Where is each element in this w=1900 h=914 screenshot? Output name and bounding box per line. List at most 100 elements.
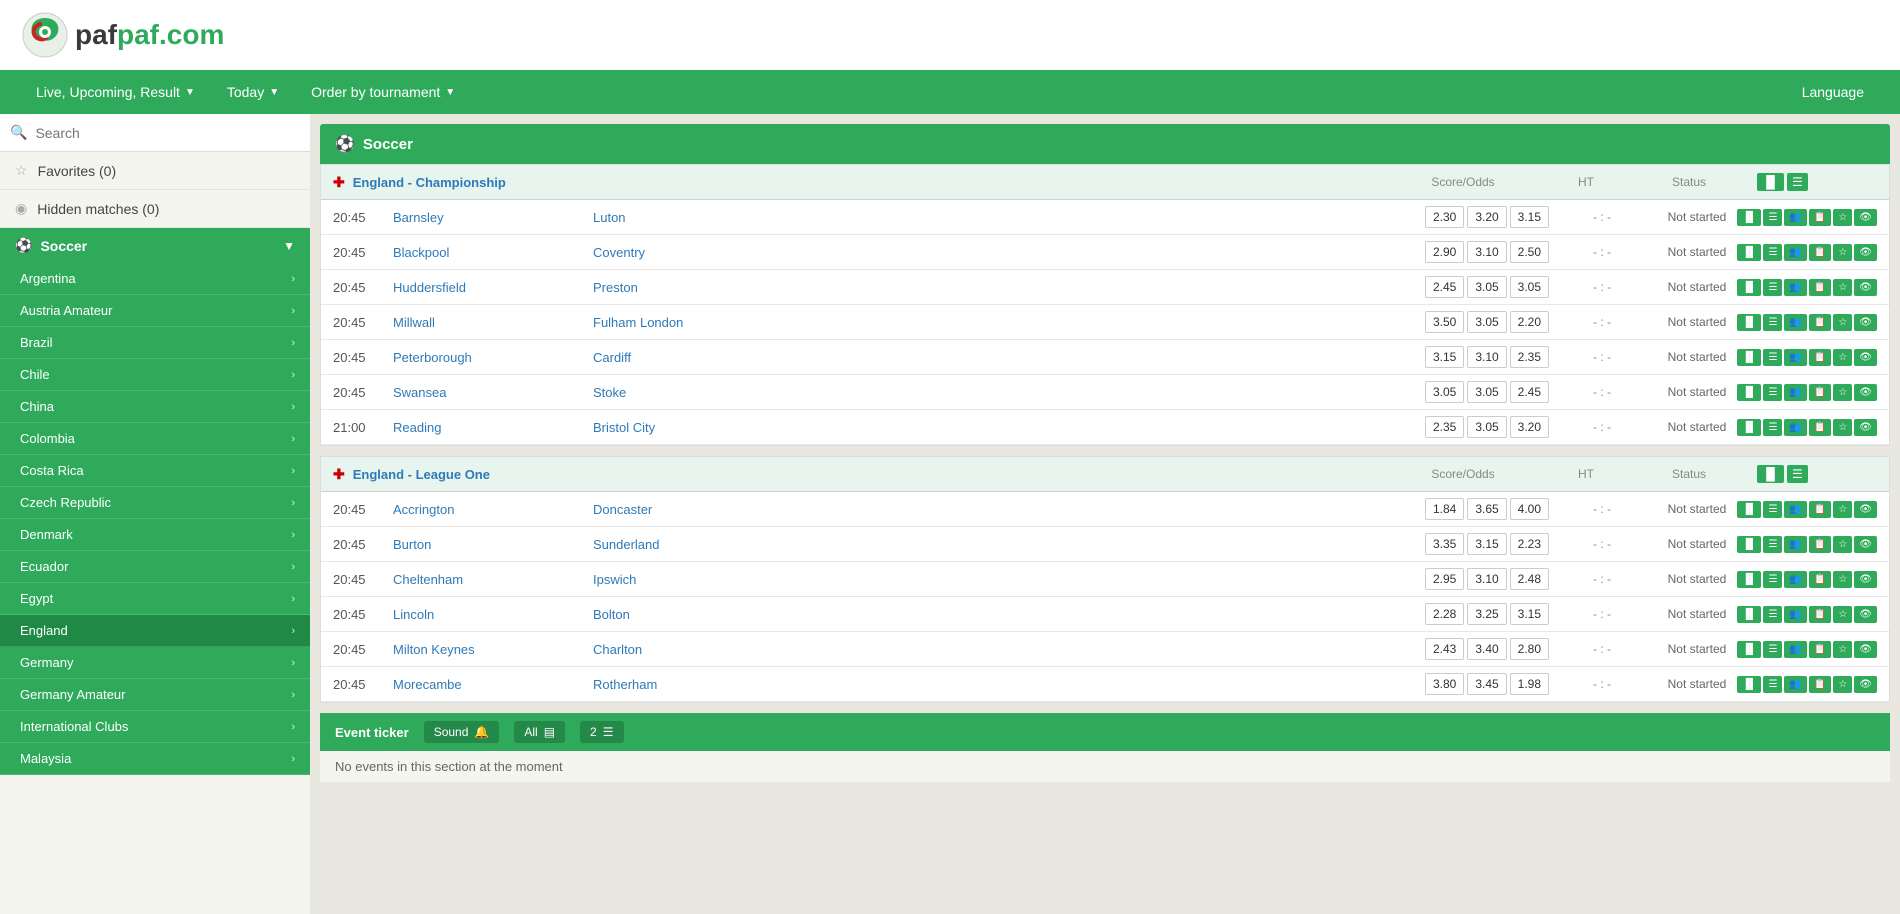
sidebar-country-chile[interactable]: Chile› [0, 359, 310, 391]
hide-btn[interactable]: 👁 [1854, 676, 1877, 693]
sidebar-country-england[interactable]: England› [0, 615, 310, 647]
odd-draw-btn[interactable]: 3.45 [1467, 673, 1506, 695]
odd-away-btn[interactable]: 2.23 [1510, 533, 1549, 555]
list-btn[interactable]: ☰ [1763, 676, 1782, 693]
nav-language[interactable]: Language [1786, 70, 1880, 114]
sidebar-country-egypt[interactable]: Egypt› [0, 583, 310, 615]
stats-btn[interactable]: ▐▌ [1737, 641, 1761, 658]
people-btn[interactable]: 👥 [1784, 571, 1806, 588]
match-home-team[interactable]: Blackpool [393, 245, 593, 260]
match-home-team[interactable]: Reading [393, 420, 593, 435]
people-btn[interactable]: 👥 [1784, 606, 1806, 623]
match-home-team[interactable]: Huddersfield [393, 280, 593, 295]
odd-home-btn[interactable]: 3.05 [1425, 381, 1464, 403]
match-home-team[interactable]: Morecambe [393, 677, 593, 692]
star-btn[interactable]: ☆ [1833, 571, 1852, 588]
odd-home-btn[interactable]: 3.15 [1425, 346, 1464, 368]
odd-away-btn[interactable]: 2.50 [1510, 241, 1549, 263]
match-away-team[interactable]: Charlton [593, 642, 1407, 657]
sidebar-country-international-clubs[interactable]: International Clubs› [0, 711, 310, 743]
list-btn[interactable]: ☰ [1763, 349, 1782, 366]
odd-draw-btn[interactable]: 3.10 [1467, 568, 1506, 590]
list-btn[interactable]: ☰ [1763, 279, 1782, 296]
odd-home-btn[interactable]: 3.35 [1425, 533, 1464, 555]
odd-draw-btn[interactable]: 3.25 [1467, 603, 1506, 625]
sidebar-country-malaysia[interactable]: Malaysia› [0, 743, 310, 775]
odd-home-btn[interactable]: 1.84 [1425, 498, 1464, 520]
star-btn[interactable]: ☆ [1833, 501, 1852, 518]
match-away-team[interactable]: Stoke [593, 385, 1407, 400]
odd-away-btn[interactable]: 1.98 [1510, 673, 1549, 695]
star-btn[interactable]: ☆ [1833, 314, 1852, 331]
odd-draw-btn[interactable]: 3.05 [1467, 416, 1506, 438]
sidebar-country-costa-rica[interactable]: Costa Rica› [0, 455, 310, 487]
star-btn[interactable]: ☆ [1833, 279, 1852, 296]
star-btn[interactable]: ☆ [1833, 676, 1852, 693]
info-btn[interactable]: 📋 [1809, 501, 1831, 518]
odd-away-btn[interactable]: 2.20 [1510, 311, 1549, 333]
match-away-team[interactable]: Rotherham [593, 677, 1407, 692]
people-btn[interactable]: 👥 [1784, 536, 1806, 553]
list-btn[interactable]: ☰ [1763, 384, 1782, 401]
ticker-all-btn[interactable]: All ▤ [514, 721, 565, 743]
match-away-team[interactable]: Fulham London [593, 315, 1407, 330]
sidebar-country-germany-amateur[interactable]: Germany Amateur› [0, 679, 310, 711]
info-btn[interactable]: 📋 [1809, 641, 1831, 658]
star-btn[interactable]: ☆ [1833, 606, 1852, 623]
odd-draw-btn[interactable]: 3.05 [1467, 276, 1506, 298]
search-box[interactable]: 🔍 [0, 114, 310, 152]
stats-btn[interactable]: ▐▌ [1737, 384, 1761, 401]
match-away-team[interactable]: Sunderland [593, 537, 1407, 552]
stats-btn[interactable]: ▐▌ [1737, 606, 1761, 623]
ticker-sound-btn[interactable]: Sound 🔔 [424, 721, 500, 743]
hide-btn[interactable]: 👁 [1854, 641, 1877, 658]
stats-btn[interactable]: ▐▌ [1737, 279, 1761, 296]
hide-btn[interactable]: 👁 [1854, 419, 1877, 436]
star-btn[interactable]: ☆ [1833, 384, 1852, 401]
match-away-team[interactable]: Bristol City [593, 420, 1407, 435]
odd-away-btn[interactable]: 2.45 [1510, 381, 1549, 403]
odd-away-btn[interactable]: 3.20 [1510, 416, 1549, 438]
tournament-name[interactable]: England - League One [353, 467, 1375, 482]
ticker-num-btn[interactable]: 2 ☰ [580, 721, 623, 743]
hide-btn[interactable]: 👁 [1854, 384, 1877, 401]
list-btn[interactable]: ☰ [1763, 606, 1782, 623]
stats-btn[interactable]: ▐▌ [1737, 314, 1761, 331]
sidebar-country-china[interactable]: China› [0, 391, 310, 423]
odd-home-btn[interactable]: 3.80 [1425, 673, 1464, 695]
people-btn[interactable]: 👥 [1784, 349, 1806, 366]
match-home-team[interactable]: Lincoln [393, 607, 593, 622]
star-btn[interactable]: ☆ [1833, 419, 1852, 436]
odd-draw-btn[interactable]: 3.15 [1467, 533, 1506, 555]
match-home-team[interactable]: Burton [393, 537, 593, 552]
list-view-icon[interactable]: ☰ [1787, 465, 1808, 483]
list-view-icon[interactable]: ☰ [1787, 173, 1808, 191]
odd-home-btn[interactable]: 2.45 [1425, 276, 1464, 298]
star-btn[interactable]: ☆ [1833, 536, 1852, 553]
people-btn[interactable]: 👥 [1784, 676, 1806, 693]
info-btn[interactable]: 📋 [1809, 349, 1831, 366]
odd-away-btn[interactable]: 3.05 [1510, 276, 1549, 298]
match-home-team[interactable]: Swansea [393, 385, 593, 400]
odd-draw-btn[interactable]: 3.10 [1467, 241, 1506, 263]
list-btn[interactable]: ☰ [1763, 209, 1782, 226]
people-btn[interactable]: 👥 [1784, 244, 1806, 261]
stats-btn[interactable]: ▐▌ [1737, 571, 1761, 588]
match-away-team[interactable]: Preston [593, 280, 1407, 295]
hide-btn[interactable]: 👁 [1854, 349, 1877, 366]
sidebar-country-brazil[interactable]: Brazil› [0, 327, 310, 359]
odd-home-btn[interactable]: 2.35 [1425, 416, 1464, 438]
odd-away-btn[interactable]: 2.80 [1510, 638, 1549, 660]
odd-draw-btn[interactable]: 3.65 [1467, 498, 1506, 520]
people-btn[interactable]: 👥 [1784, 314, 1806, 331]
stats-btn[interactable]: ▐▌ [1737, 536, 1761, 553]
odd-away-btn[interactable]: 2.48 [1510, 568, 1549, 590]
list-btn[interactable]: ☰ [1763, 419, 1782, 436]
sidebar-country-ecuador[interactable]: Ecuador› [0, 551, 310, 583]
match-home-team[interactable]: Accrington [393, 502, 593, 517]
odd-draw-btn[interactable]: 3.20 [1467, 206, 1506, 228]
hide-btn[interactable]: 👁 [1854, 244, 1877, 261]
odd-home-btn[interactable]: 2.90 [1425, 241, 1464, 263]
odd-draw-btn[interactable]: 3.10 [1467, 346, 1506, 368]
odd-home-btn[interactable]: 2.95 [1425, 568, 1464, 590]
